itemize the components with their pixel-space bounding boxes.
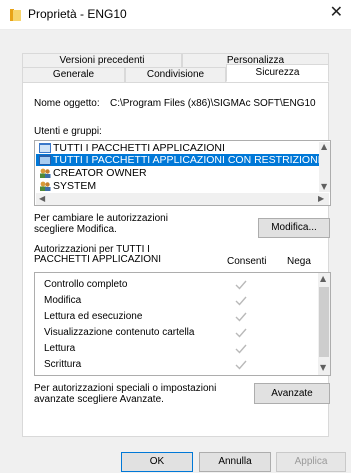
object-name-label: Nome oggetto: — [34, 98, 100, 109]
apply-button[interactable]: Applica — [276, 452, 346, 472]
cancel-button[interactable]: Annulla — [199, 452, 271, 472]
permission-row: Controllo completo — [35, 277, 318, 294]
folder-icon — [10, 9, 21, 21]
close-button[interactable]: ✕ — [330, 4, 343, 20]
app-package-icon — [39, 155, 51, 165]
permissions-vertical-scrollbar[interactable]: ▲ ▼ — [318, 273, 330, 375]
tab-sicurezza[interactable]: Sicurezza — [226, 64, 329, 82]
group-item-selected[interactable]: TUTTI I PACCHETTI APPLICAZIONI CON RESTR… — [36, 154, 321, 166]
ok-button[interactable]: OK — [121, 452, 193, 472]
permission-row: Lettura ed esecuzione — [35, 309, 318, 326]
check-icon — [235, 344, 247, 354]
check-icon — [235, 328, 247, 338]
group-item[interactable]: CREATOR OWNER — [36, 167, 319, 179]
check-icon — [235, 312, 247, 322]
scroll-up-arrow-icon[interactable]: ▲ — [321, 143, 327, 151]
permissions-list: Controllo completo Modifica Lettura ed e… — [34, 272, 331, 376]
check-icon — [235, 280, 247, 290]
groups-label: Utenti e gruppi: — [34, 126, 102, 137]
tab-versioni-precedenti[interactable]: Versioni precedenti — [22, 53, 182, 68]
groups-listbox[interactable]: TUTTI I PACCHETTI APPLICAZIONI TUTTI I P… — [34, 140, 331, 206]
permission-row: Visualizzazione contenuto cartella — [35, 325, 318, 342]
change-hint-line2: scegliere Modifica. — [34, 224, 117, 235]
permission-row: Modifica — [35, 293, 318, 310]
allow-column-header: Consenti — [227, 256, 267, 267]
object-name-value: C:\Program Files (x86)\SIGMAc SOFT\ENG10 — [110, 98, 316, 109]
deny-column-header: Nega — [287, 256, 311, 267]
check-icon — [235, 296, 247, 306]
advanced-hint-line1: Per autorizzazioni speciali o impostazio… — [34, 383, 217, 394]
groups-vertical-scrollbar[interactable]: ▲ ▼ — [319, 142, 330, 192]
group-item[interactable]: TUTTI I PACCHETTI APPLICAZIONI — [36, 142, 319, 154]
scroll-up-arrow-icon[interactable]: ▲ — [320, 275, 326, 283]
scroll-left-arrow-icon[interactable]: ◀ — [39, 195, 45, 203]
advanced-button[interactable]: Avanzate — [254, 383, 330, 404]
app-package-icon — [39, 143, 51, 153]
scroll-right-arrow-icon[interactable]: ▶ — [318, 195, 324, 203]
groups-horizontal-scrollbar[interactable]: ◀ ▶ — [36, 193, 329, 205]
permissions-header-line2: PACCHETTI APPLICAZIONI — [34, 254, 162, 265]
change-hint-line1: Per cambiare le autorizzazioni — [34, 213, 168, 224]
title-bar: Proprietà - ENG10 ✕ — [0, 0, 351, 30]
modify-button[interactable]: Modifica... — [258, 218, 330, 238]
scroll-down-arrow-icon[interactable]: ▼ — [321, 183, 327, 191]
users-group-icon — [40, 181, 51, 191]
users-group-icon — [40, 168, 51, 178]
permission-row: Lettura — [35, 341, 318, 358]
advanced-hint-line2: avanzate scegliere Avanzate. — [34, 394, 164, 405]
tab-generale[interactable]: Generale — [22, 67, 125, 82]
scroll-thumb[interactable] — [319, 287, 329, 357]
window-title: Proprietà - ENG10 — [28, 7, 127, 21]
group-item[interactable]: SYSTEM — [36, 180, 319, 191]
scroll-down-arrow-icon[interactable]: ▼ — [320, 364, 326, 372]
check-icon — [235, 360, 247, 370]
permission-row: Scrittura — [35, 357, 318, 374]
tab-condivisione[interactable]: Condivisione — [125, 67, 226, 82]
